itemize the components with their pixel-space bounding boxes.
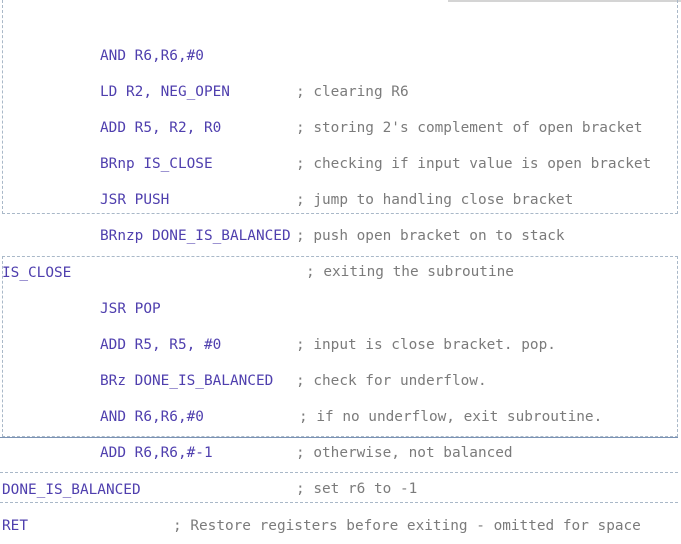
code-line: ADD R5, R2, R0 ; checking if input value…	[0, 74, 681, 172]
code-line: ADD R6,R6,#-1 ; set r6 to -1	[0, 399, 681, 497]
code-line: BRz DONE_IS_BALANCED ; if no underflow, …	[0, 327, 681, 425]
label-line: IS_CLOSE	[0, 219, 681, 281]
comment: ; Restore registers before exiting - omi…	[173, 518, 641, 534]
code-line: ADD R5, R5, #0 ; check for underflow.	[0, 291, 681, 389]
code-line: BRnzp DONE_IS_BALANCED ; exiting the sub…	[0, 182, 681, 280]
code-line: BRnp IS_CLOSE ; jump to handling close b…	[0, 110, 681, 208]
bottom-border	[0, 502, 678, 503]
ret-instruction: RET	[2, 518, 28, 534]
code-line: DONE_IS_BALANCED ; Restore registers bef…	[0, 436, 681, 534]
code-line: LD R2, NEG_OPEN ; storing 2's complement…	[0, 38, 681, 136]
code-line: AND R6,R6,#0 ; clearing R6	[0, 2, 681, 100]
code-line: JSR POP ; input is close bracket. pop.	[0, 255, 681, 353]
code-line: AND R6,R6,#0 ; otherwise, not balanced	[0, 363, 681, 461]
code-line: JSR PUSH ; push open bracket on to stack	[0, 146, 681, 244]
